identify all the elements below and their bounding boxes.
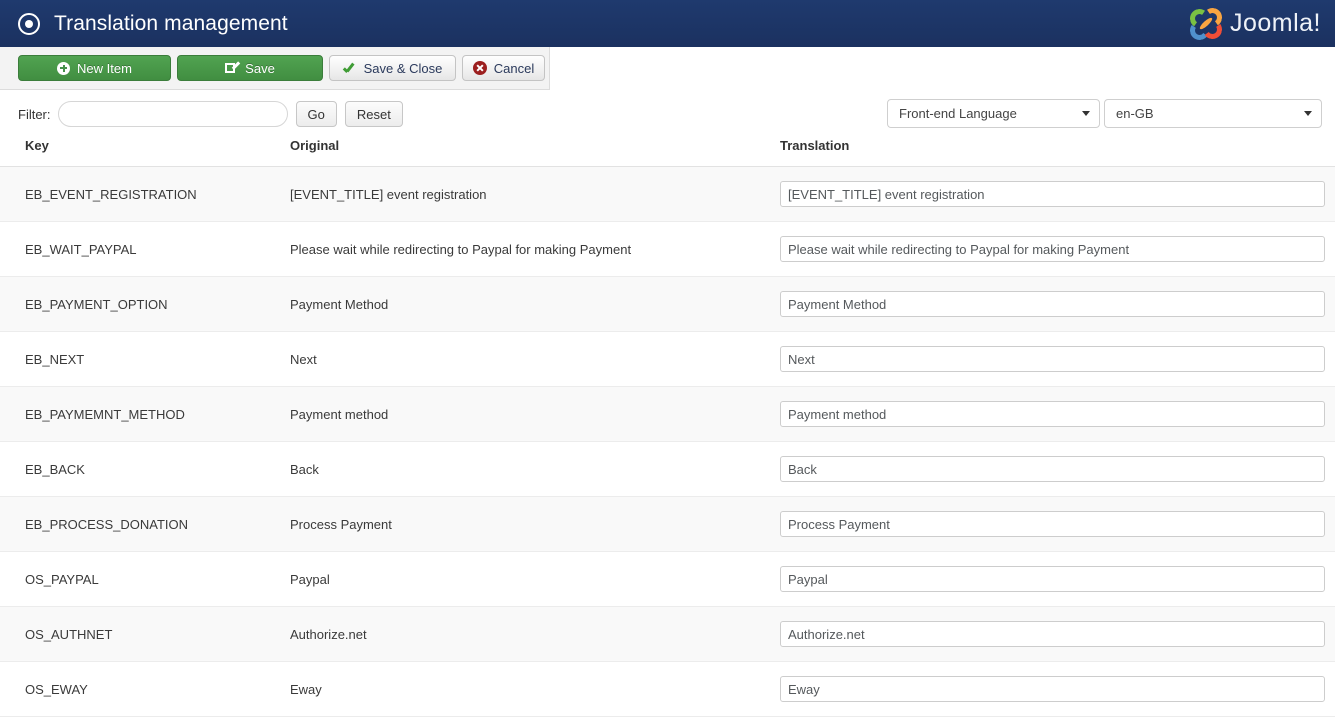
cell-key: OS_PAYPAL bbox=[25, 571, 99, 587]
cell-translation bbox=[780, 332, 1335, 387]
column-header-original: Original bbox=[290, 138, 780, 167]
cell-original: Payment method bbox=[290, 406, 389, 422]
language-scope-select-value: Front-end Language bbox=[899, 106, 1017, 121]
cell-translation bbox=[780, 277, 1335, 332]
translation-input[interactable] bbox=[780, 676, 1325, 702]
translation-input[interactable] bbox=[780, 291, 1325, 317]
table-row: OS_PAYPAL Paypal bbox=[0, 551, 1335, 607]
table-row: EB_BACK Back bbox=[0, 441, 1335, 497]
cell-key: EB_NEXT bbox=[25, 351, 85, 367]
table-row: EB_PROCESS_DONATION Process Payment bbox=[0, 496, 1335, 552]
cancel-circle-icon bbox=[472, 61, 487, 75]
table-row: EB_EVENT_REGISTRATION [EVENT_TITLE] event… bbox=[0, 166, 1335, 222]
table-row: EB_WAIT_PAYPAL Please wait while redirect… bbox=[0, 221, 1335, 277]
cell-key: EB_BACK bbox=[25, 461, 85, 477]
language-selectors: Front-end Language en-GB bbox=[887, 99, 1322, 128]
cell-translation bbox=[780, 607, 1335, 662]
table-row: EB_NEXT Next bbox=[0, 331, 1335, 387]
cell-original: Authorize.net bbox=[290, 626, 367, 642]
table-row: EB_PAYMEMNT_METHOD Payment method bbox=[0, 386, 1335, 442]
column-header-key: Key bbox=[0, 138, 290, 167]
cell-translation bbox=[780, 167, 1335, 222]
save-and-close-button-label: Save & Close bbox=[363, 60, 443, 76]
cell-key: EB_PROCESS_DONATION bbox=[25, 516, 189, 532]
column-header-translation: Translation bbox=[780, 138, 1335, 167]
cell-key: EB_PAYMENT_OPTION bbox=[25, 296, 168, 312]
language-code-select[interactable]: en-GB bbox=[1104, 99, 1322, 128]
translation-input[interactable] bbox=[780, 621, 1325, 647]
target-circle-icon bbox=[18, 12, 40, 35]
cell-translation bbox=[780, 552, 1335, 607]
translations-table-head: Key Original Translation bbox=[0, 138, 1335, 167]
cell-key: OS_AUTHNET bbox=[25, 626, 113, 642]
joomla-wordmark: Joomla! bbox=[1229, 9, 1321, 37]
filter-reset-button[interactable]: Reset bbox=[344, 101, 403, 127]
cell-key: OS_EWAY bbox=[25, 681, 88, 697]
translation-input[interactable] bbox=[780, 181, 1325, 207]
translation-input[interactable] bbox=[780, 401, 1325, 427]
toolbar: New Item Save Save & Close Cancel bbox=[0, 47, 550, 90]
joomla-logo: Joomla! bbox=[1188, 5, 1321, 42]
cell-original: [EVENT_TITLE] event registration bbox=[290, 186, 487, 202]
cell-original: Next bbox=[290, 351, 317, 367]
filter-bar: Filter: Go Reset Front-end Language en-G… bbox=[0, 90, 1335, 138]
translation-input[interactable] bbox=[780, 236, 1325, 262]
translations-table: Key Original Translation EB_EVENT_REGIST… bbox=[0, 138, 1335, 717]
translations-table-body: EB_EVENT_REGISTRATION [EVENT_TITLE] event… bbox=[0, 166, 1335, 717]
new-item-button-label: New Item bbox=[77, 60, 132, 76]
language-scope-select[interactable]: Front-end Language bbox=[887, 99, 1100, 128]
app-header: Translation management Joomla! bbox=[0, 0, 1335, 47]
translation-input[interactable] bbox=[780, 511, 1325, 537]
cell-translation bbox=[780, 442, 1335, 497]
chevron-down-icon bbox=[1304, 111, 1312, 116]
cell-key: EB_PAYMEMNT_METHOD bbox=[25, 406, 185, 422]
cell-key: EB_WAIT_PAYPAL bbox=[25, 241, 137, 257]
filter-label: Filter: bbox=[18, 106, 51, 122]
cell-translation bbox=[780, 387, 1335, 442]
plus-circle-icon bbox=[57, 61, 71, 75]
cell-original: Payment Method bbox=[290, 296, 389, 312]
table-row: EB_PAYMENT_OPTION Payment Method bbox=[0, 276, 1335, 332]
table-row: OS_EWAY Eway bbox=[0, 661, 1335, 717]
translation-input[interactable] bbox=[780, 566, 1325, 592]
page-title: Translation management bbox=[54, 11, 288, 35]
edit-pencil-icon bbox=[225, 62, 238, 75]
cell-translation bbox=[780, 497, 1335, 552]
new-item-button[interactable]: New Item bbox=[18, 55, 171, 81]
filter-input[interactable] bbox=[57, 101, 288, 127]
table-header-row: Key Original Translation bbox=[0, 138, 1335, 167]
save-button-label: Save bbox=[245, 60, 275, 76]
cell-translation bbox=[780, 222, 1335, 277]
cell-translation bbox=[780, 662, 1335, 717]
save-button[interactable]: Save bbox=[177, 55, 323, 81]
filter-go-button[interactable]: Go bbox=[295, 101, 337, 127]
cell-key: EB_EVENT_REGISTRATION bbox=[25, 186, 197, 202]
cell-original: Back bbox=[290, 461, 319, 477]
check-icon bbox=[343, 62, 357, 75]
cell-original: Paypal bbox=[290, 571, 330, 587]
chevron-down-icon bbox=[1082, 111, 1090, 116]
joomla-mark-icon bbox=[1188, 5, 1224, 42]
cell-original: Process Payment bbox=[290, 516, 392, 532]
cell-original: Please wait while redirecting to Paypal … bbox=[290, 241, 632, 257]
translation-input[interactable] bbox=[780, 456, 1325, 482]
cancel-button[interactable]: Cancel bbox=[462, 55, 545, 81]
cancel-button-label: Cancel bbox=[493, 60, 535, 76]
table-row: OS_AUTHNET Authorize.net bbox=[0, 606, 1335, 662]
cell-original: Eway bbox=[290, 681, 322, 697]
language-code-select-value: en-GB bbox=[1116, 106, 1154, 121]
save-and-close-button[interactable]: Save & Close bbox=[329, 55, 456, 81]
translation-input[interactable] bbox=[780, 346, 1325, 372]
